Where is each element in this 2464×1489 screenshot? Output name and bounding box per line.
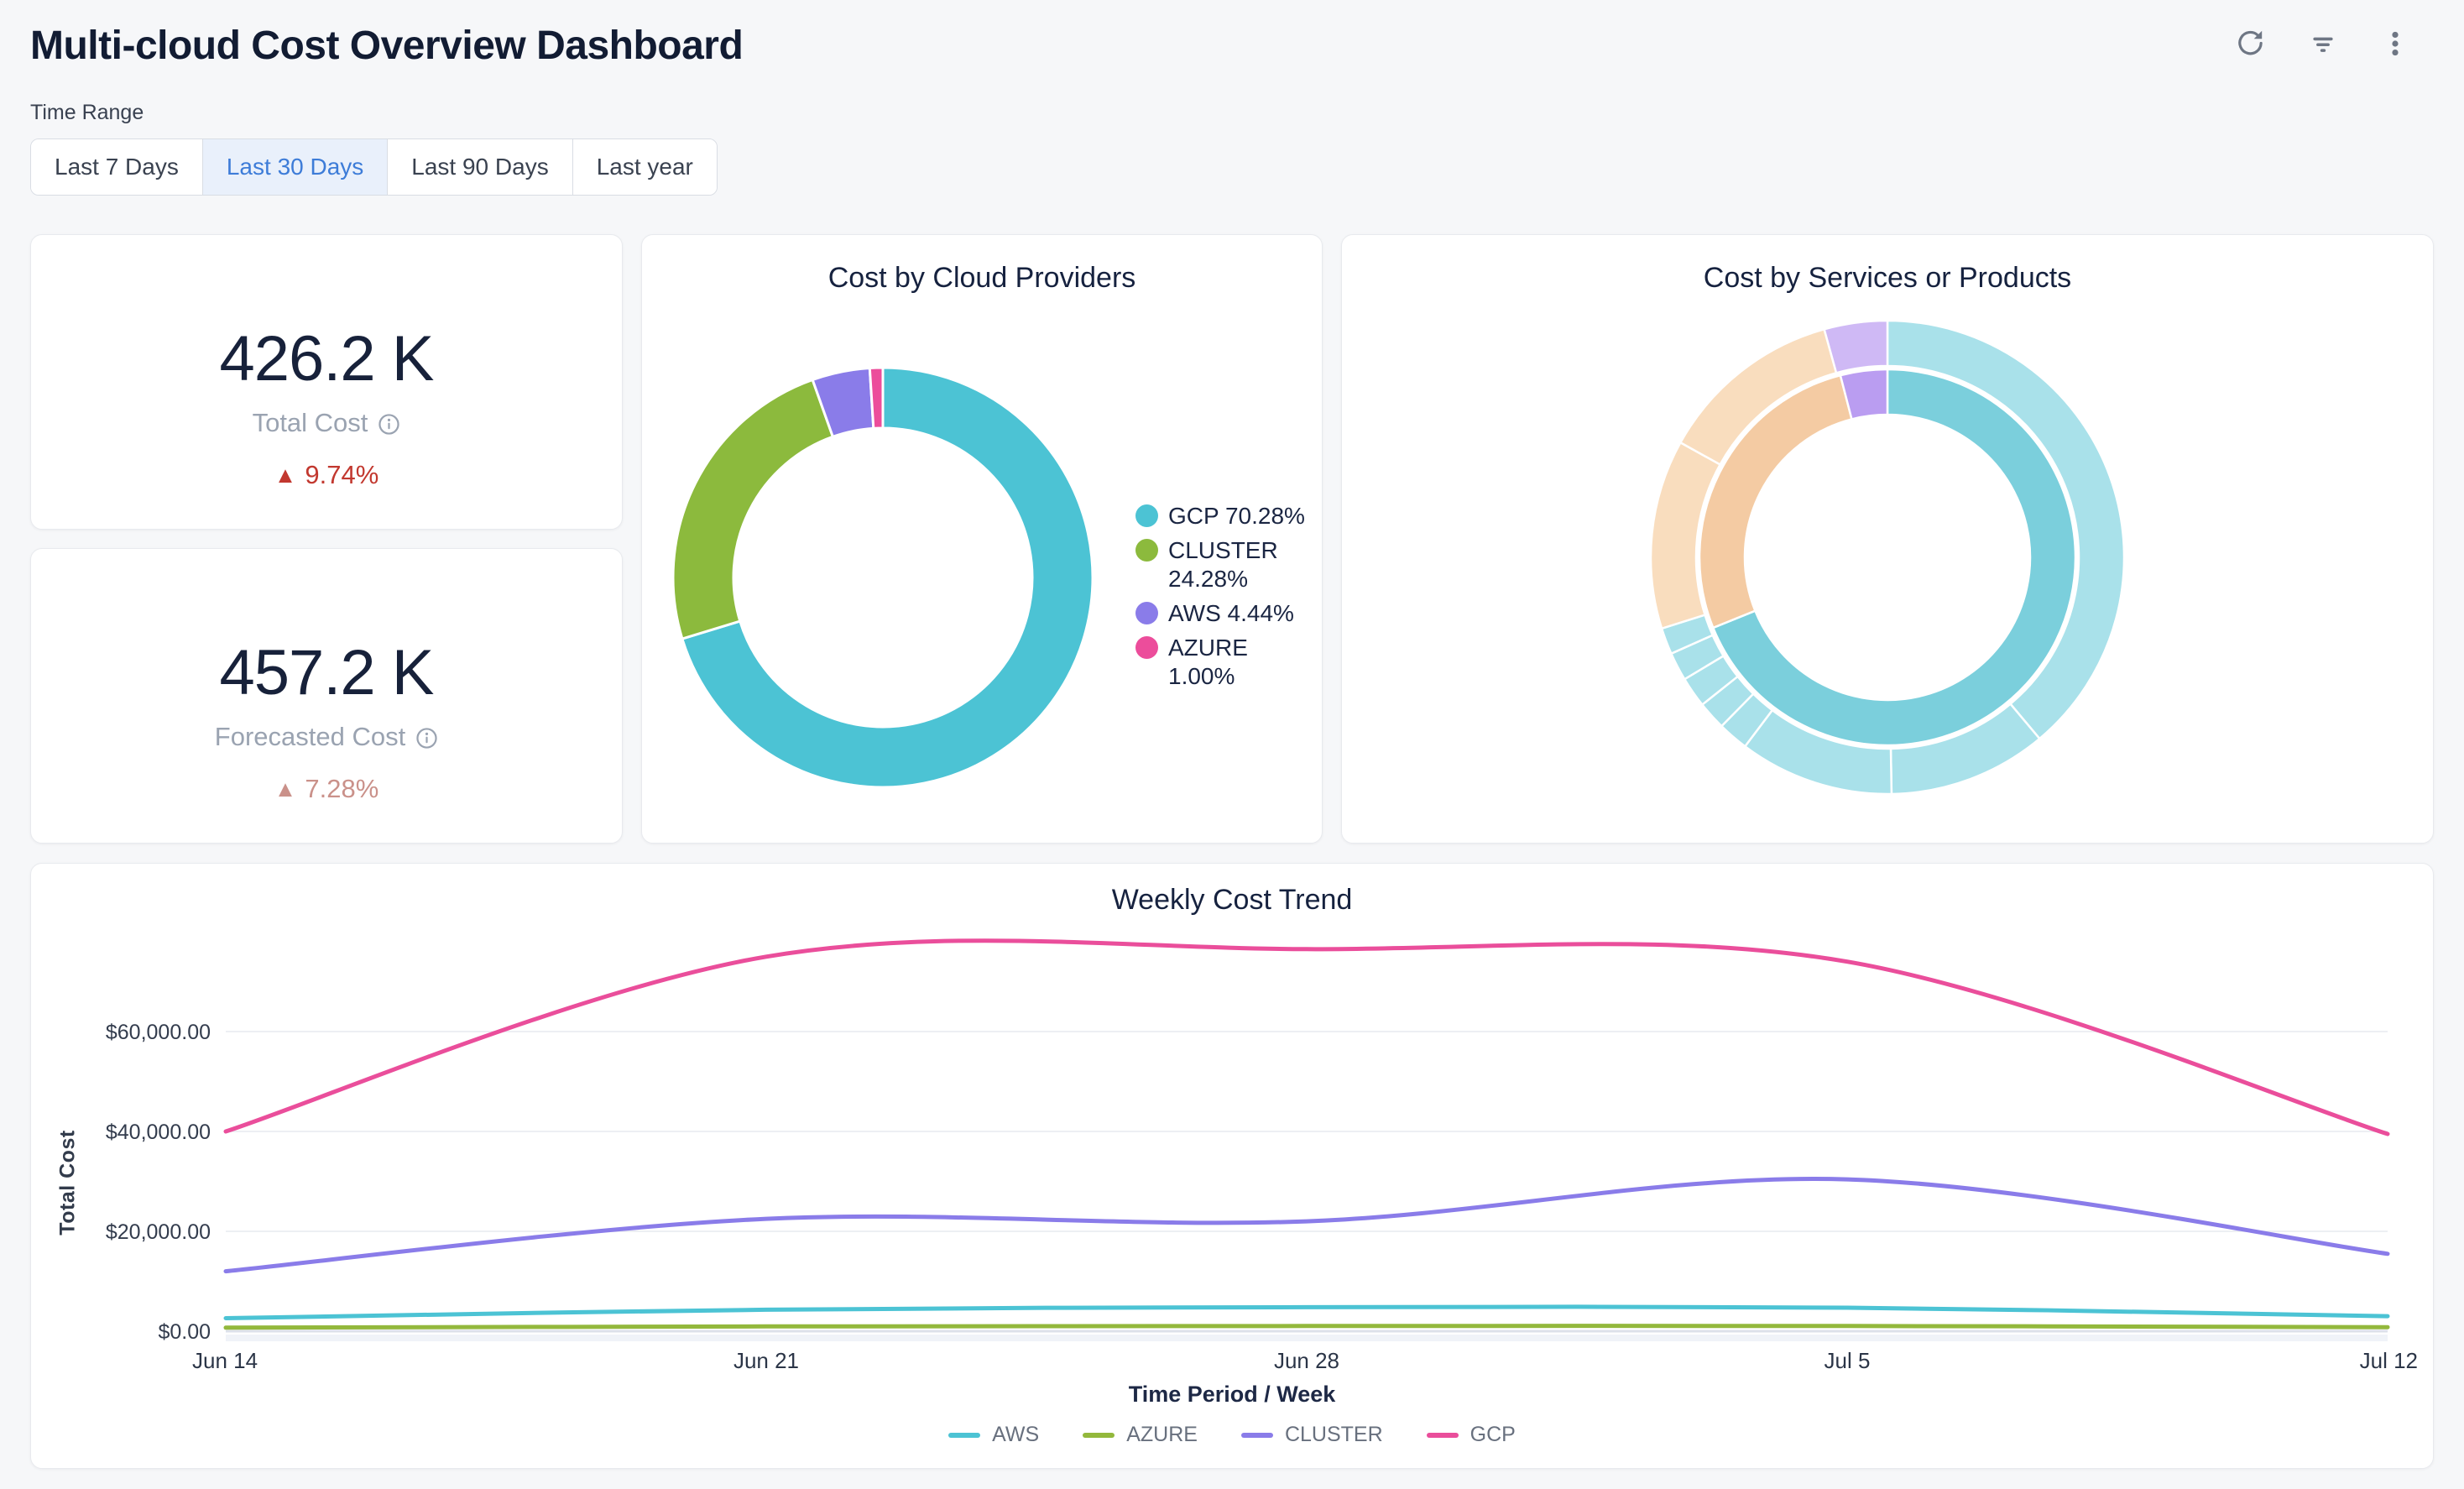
providers-donut-card: Cost by Cloud Providers GCP 70.28% CLUSTE…	[641, 234, 1323, 844]
legend-swatch	[1241, 1433, 1273, 1438]
donut-slice-azure[interactable]	[869, 368, 883, 428]
filter-button[interactable]	[2306, 27, 2340, 60]
total-cost-delta: ▲ 9.74%	[274, 460, 379, 490]
legend-dot	[1135, 504, 1158, 527]
legend-item-label: AWS 4.44%	[1168, 599, 1294, 628]
x-tick-label: Jun 14	[192, 1348, 258, 1373]
trend-legend-label: CLUSTER	[1285, 1423, 1383, 1447]
providers-chart-title: Cost by Cloud Providers	[642, 235, 1322, 295]
weekly-trend-title: Weekly Cost Trend	[31, 864, 2433, 917]
x-tick-label: Jul 12	[2360, 1348, 2418, 1373]
top-grid: 426.2 K Total Cost ▲ 9.74% 457.2 K Forec…	[30, 234, 2434, 844]
series-line-gcp[interactable]	[226, 941, 2388, 1134]
trend-legend-item-aws[interactable]: AWS	[948, 1423, 1039, 1447]
services-sunburst-chart[interactable]	[1636, 306, 2139, 809]
services-sunburst-wrap	[1342, 295, 2433, 809]
services-chart-title: Cost by Services or Products	[1342, 235, 2433, 295]
page-title: Multi-cloud Cost Overview Dashboard	[30, 22, 743, 71]
delta-up-icon: ▲	[274, 776, 297, 802]
weekly-trend-chart[interactable]: $0.00 $20,000.00 $40,000.00 $60,000.00 Jun 1…	[31, 922, 2435, 1380]
legend-item-cluster[interactable]: CLUSTER 24.28%	[1135, 536, 1315, 593]
providers-legend: GCP 70.28% CLUSTER 24.28% AWS 4.44% AZURE 1…	[1135, 502, 1315, 697]
refresh-icon	[2235, 28, 2267, 60]
time-range-segmented-control: Last 7 Days Last 30 Days Last 90 Days La…	[30, 138, 718, 196]
time-range-option-last-90-days[interactable]: Last 90 Days	[388, 139, 572, 195]
trend-legend-item-cluster[interactable]: CLUSTER	[1241, 1423, 1383, 1447]
delta-up-icon: ▲	[274, 462, 297, 488]
legend-swatch	[1427, 1433, 1459, 1438]
legend-item-label: AZURE 1.00%	[1168, 634, 1315, 691]
forecasted-cost-value: 457.2 K	[220, 636, 434, 710]
axis-band	[226, 1335, 2388, 1341]
trend-legend-label: AZURE	[1126, 1423, 1198, 1447]
refresh-button[interactable]	[2234, 27, 2268, 60]
legend-item-azure[interactable]: AZURE 1.00%	[1135, 634, 1315, 691]
sunburst-outer-segment-10[interactable]	[1825, 321, 1887, 373]
forecasted-cost-delta: ▲ 7.28%	[274, 774, 379, 804]
legend-dot	[1135, 602, 1158, 624]
x-axis-title: Time Period / Week	[31, 1382, 2433, 1408]
info-icon[interactable]	[378, 411, 400, 436]
y-tick-label: $20,000.00	[106, 1220, 211, 1244]
trend-legend-item-azure[interactable]: AZURE	[1083, 1423, 1198, 1447]
x-tick-label: Jun 21	[733, 1348, 799, 1373]
services-sunburst-card: Cost by Services or Products	[1341, 234, 2434, 844]
series-line-aws[interactable]	[226, 1307, 2388, 1319]
time-range-option-last-year[interactable]: Last year	[573, 139, 717, 195]
donut-slice-cluster[interactable]	[673, 379, 833, 639]
providers-donut-chart[interactable]	[665, 359, 1101, 796]
y-tick-label: $60,000.00	[106, 1021, 211, 1044]
series-line-azure[interactable]	[226, 1326, 2388, 1328]
weekly-trend-card: Weekly Cost Trend Total Cost $0.00 $20,00…	[30, 863, 2434, 1469]
trend-legend-label: GCP	[1470, 1423, 1516, 1447]
time-range-option-last-7-days[interactable]: Last 7 Days	[31, 139, 203, 195]
legend-item-aws[interactable]: AWS 4.44%	[1135, 599, 1315, 628]
x-tick-label: Jul 5	[1825, 1348, 1871, 1373]
x-tick-label: Jun 28	[1274, 1348, 1339, 1373]
series-line-cluster[interactable]	[226, 1179, 2388, 1272]
time-range-label: Time Range	[30, 101, 2434, 125]
total-cost-card: 426.2 K Total Cost ▲ 9.74%	[30, 234, 623, 530]
more-button[interactable]	[2378, 27, 2412, 60]
trend-legend-item-gcp[interactable]: GCP	[1427, 1423, 1516, 1447]
forecasted-cost-card: 457.2 K Forecasted Cost ▲ 7.28%	[30, 548, 623, 844]
legend-swatch	[1083, 1433, 1115, 1438]
legend-item-gcp[interactable]: GCP 70.28%	[1135, 502, 1315, 530]
y-axis-title: Total Cost	[56, 1130, 81, 1235]
trend-legend-label: AWS	[992, 1423, 1039, 1447]
filter-icon	[2307, 28, 2339, 60]
time-range-option-last-30-days[interactable]: Last 30 Days	[203, 139, 388, 195]
stat-cards-column: 426.2 K Total Cost ▲ 9.74% 457.2 K Forec…	[30, 234, 623, 844]
legend-item-label: CLUSTER 24.28%	[1168, 536, 1315, 593]
info-icon[interactable]	[415, 725, 438, 750]
legend-item-label: GCP 70.28%	[1168, 502, 1305, 530]
more-icon	[2379, 28, 2411, 60]
dashboard-page: Multi-cloud Cost Overview Dashboard Time…	[0, 0, 2464, 1469]
y-tick-label: $40,000.00	[106, 1121, 211, 1144]
y-tick-label: $0.00	[158, 1320, 211, 1344]
forecasted-cost-label: Forecasted Cost	[215, 722, 438, 752]
weekly-trend-legend: AWS AZURE CLUSTER GCP	[31, 1423, 2433, 1447]
total-cost-value: 426.2 K	[220, 322, 434, 396]
total-cost-label: Total Cost	[253, 408, 401, 438]
header: Multi-cloud Cost Overview Dashboard	[30, 22, 2434, 71]
legend-dot	[1135, 539, 1158, 562]
header-actions	[2234, 27, 2412, 60]
legend-dot	[1135, 636, 1158, 659]
legend-swatch	[948, 1433, 980, 1438]
